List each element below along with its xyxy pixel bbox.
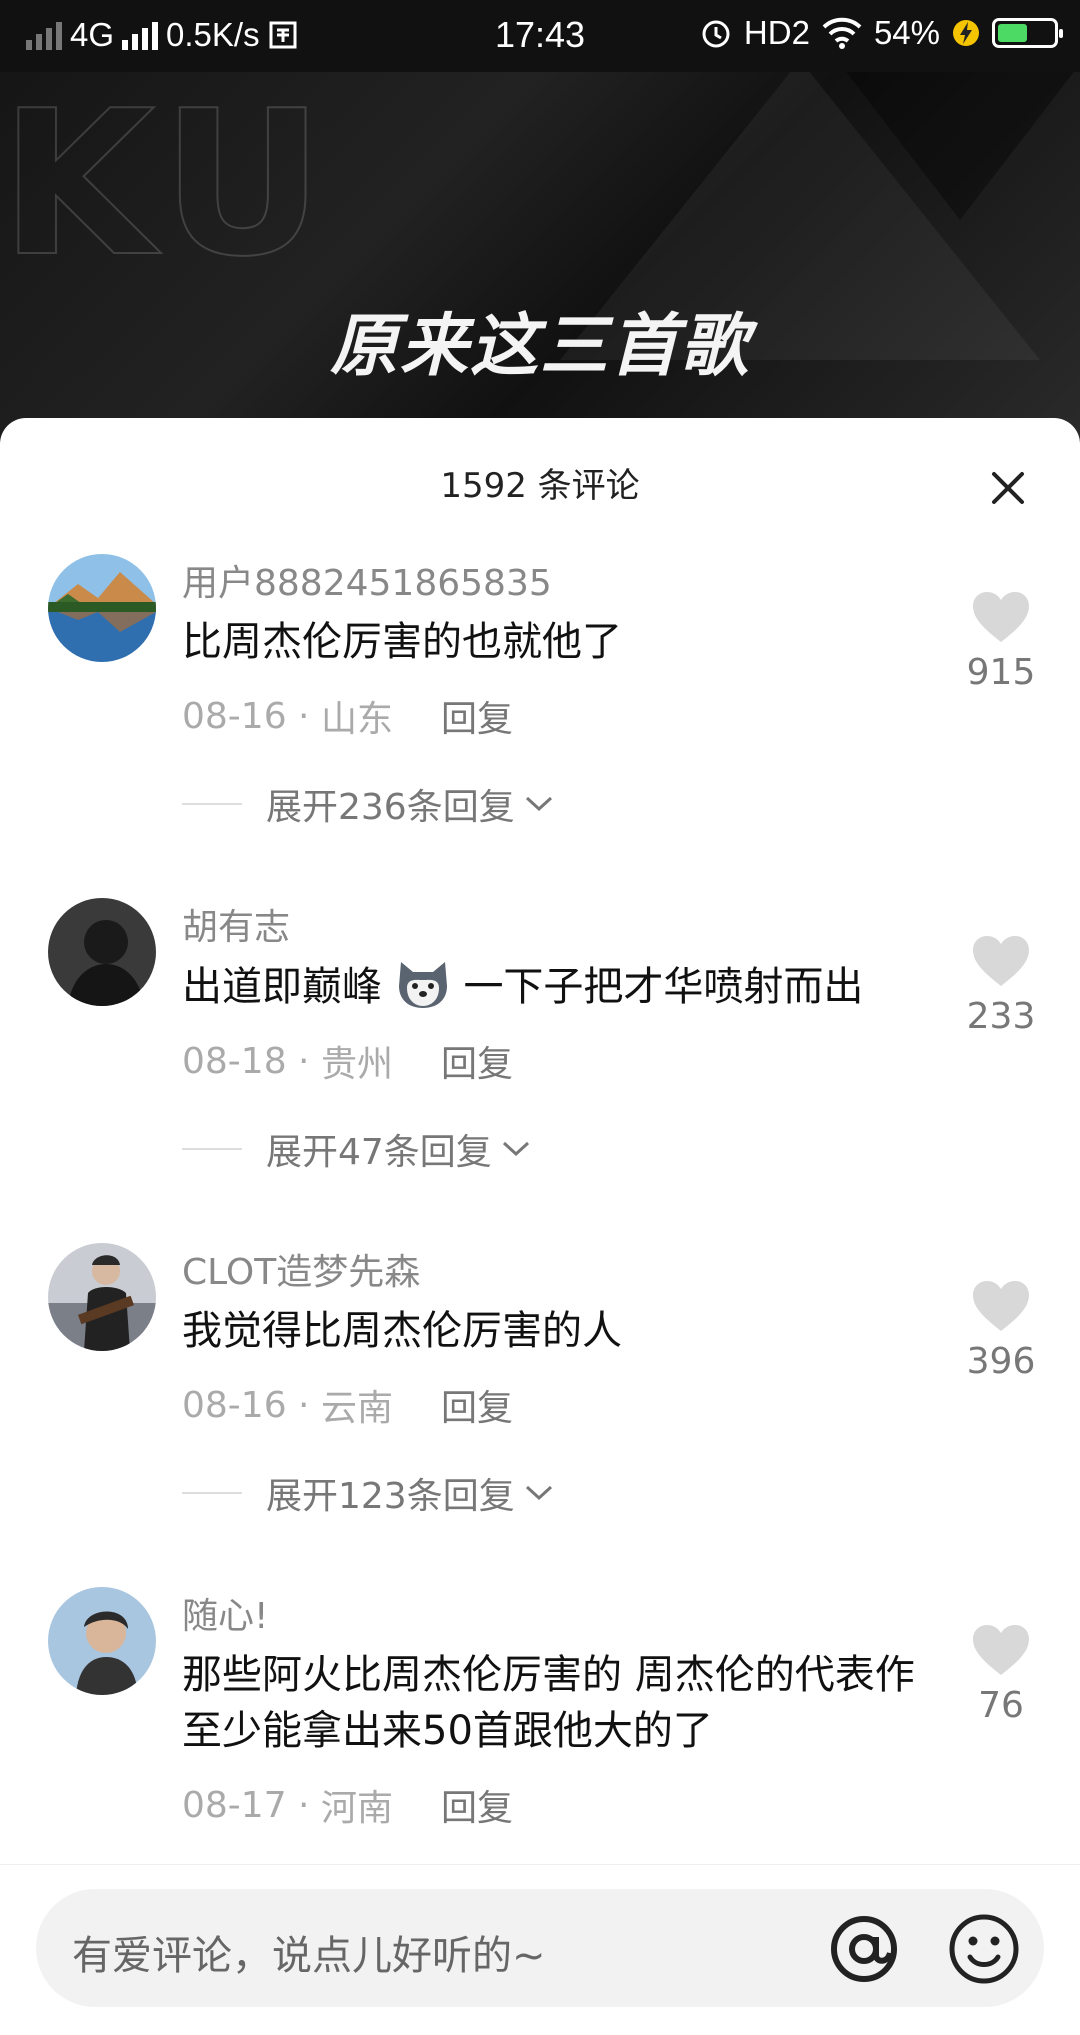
avatar[interactable] [48,898,156,1006]
comment-date: 08-17 [182,1784,287,1826]
battery-icon [992,18,1063,48]
divider [182,1148,242,1150]
like-button[interactable]: 233 [958,934,1044,1037]
comment-location: 河南 [320,1788,393,1829]
heart-icon [973,592,1029,642]
comment-item: CLOT造梦先森 我觉得比周杰伦厉害的人 08-16 · 云南 回复 展开123… [0,1243,1080,1519]
expand-replies-label: 展开236条回复 [266,787,515,828]
expand-replies-button[interactable]: 展开123条回复 [182,1467,930,1519]
chevron-down-icon [525,796,552,812]
close-icon[interactable] [986,466,1030,510]
alarm-icon [702,20,730,48]
emoji-icon[interactable] [946,1911,1022,1987]
comment-item: 用户8882451865835 比周杰伦厉害的也就他了 08-16 · 山东 回… [0,554,1080,830]
like-count: 915 [966,652,1036,693]
like-button[interactable]: 915 [958,590,1044,693]
divider [182,1492,242,1494]
comment-username[interactable]: 用户8882451865835 [182,554,930,608]
comment-username[interactable]: CLOT造梦先森 [182,1243,930,1297]
comment-meta: 08-16 · 云南 回复 [182,1379,930,1431]
expand-replies-label: 展开47条回复 [266,1132,492,1173]
hd-indicator: HD2 [743,14,810,51]
comment-text: 比周杰伦厉害的也就他了 [182,619,622,665]
avatar[interactable] [48,1587,156,1695]
comment-meta: 08-16 · 山东 回复 [182,690,930,742]
comment-location: 山东 [320,699,393,740]
comment-meta: 08-17 · 河南 回复 [182,1779,930,1831]
like-count: 76 [978,1685,1024,1726]
meta-separator: · [286,1384,321,1426]
mention-icon[interactable] [826,1911,902,1987]
reply-button[interactable]: 回复 [441,690,513,742]
comment-text-part: 一下子把才华喷射而出 [463,964,864,1010]
like-count: 396 [966,1341,1036,1382]
comment-input-placeholder: 有爱评论，说点儿好听的~ [72,1933,546,1979]
comment-item: 胡有志 出道即巅峰 一下子把才华喷射而出 08-18 · 贵州 回复 展开47条… [0,898,1080,1175]
reply-button[interactable]: 回复 [441,1379,513,1431]
meta-separator: · [286,695,321,737]
charging-icon [953,20,979,46]
battery-fill [998,24,1027,42]
comment-date: 08-16 [182,1384,287,1426]
comment-input-bar: 有爱评论，说点儿好听的~ [0,1864,1080,2035]
comment-text: 我觉得比周杰伦厉害的人 [182,1308,622,1354]
comment-item: 随心! 那些阿火比周杰伦厉害的 周杰伦的代表作至少能拿出来50首跟他大的了 08… [0,1587,1080,1831]
dog-emoji-icon [398,962,447,1008]
comment-text: 那些阿火比周杰伦厉害的 周杰伦的代表作至少能拿出来50首跟他大的了 [182,1652,915,1754]
expand-replies-label: 展开123条回复 [266,1476,515,1517]
comment-text: 出道即巅峰 一下子把才华喷射而出 [182,958,930,1015]
meta-separator: · [286,1784,321,1826]
avatar[interactable] [48,1243,156,1351]
comment-date: 08-18 [182,1040,287,1082]
comment-meta: 08-18 · 贵州 回复 [182,1035,930,1087]
video-watermark-letters: KU [0,68,334,301]
reply-button[interactable]: 回复 [441,1779,513,1831]
comment-date: 08-16 [182,695,287,737]
expand-replies-button[interactable]: 展开47条回复 [182,1123,930,1175]
meta-separator: · [286,1040,321,1082]
comment-username[interactable]: 胡有志 [182,898,930,952]
expand-replies-button[interactable]: 展开236条回复 [182,778,930,830]
battery-percent: 54% [873,14,940,51]
comment-count: 1592 条评论 [440,466,640,506]
comment-username[interactable]: 随心! [182,1587,930,1641]
comment-text-part: 出道即巅峰 [182,964,382,1010]
avatar[interactable] [48,554,156,662]
like-count: 233 [966,996,1036,1037]
like-button[interactable]: 76 [958,1623,1044,1726]
comment-location: 贵州 [320,1044,393,1085]
status-bar: 4G 0.5K/s 17:43 HD2 54% [0,0,1080,72]
wifi-icon [822,17,862,49]
reply-button[interactable]: 回复 [441,1035,513,1087]
heart-icon [973,1625,1029,1675]
comment-input[interactable]: 有爱评论，说点儿好听的~ [36,1889,1044,2007]
chevron-down-icon [502,1141,529,1157]
video-overlay-title: 原来这三首歌 [329,307,750,386]
comment-sheet: 1592 条评论 用户8882451865835 比周杰伦厉害的也就他了 08-… [0,418,1080,2034]
chevron-down-icon [525,1485,552,1501]
comment-sheet-header: 1592 条评论 [0,418,1080,544]
comment-location: 云南 [320,1388,393,1429]
heart-icon [973,1281,1029,1331]
heart-icon [973,936,1029,986]
like-button[interactable]: 396 [958,1279,1044,1382]
divider [182,803,242,805]
